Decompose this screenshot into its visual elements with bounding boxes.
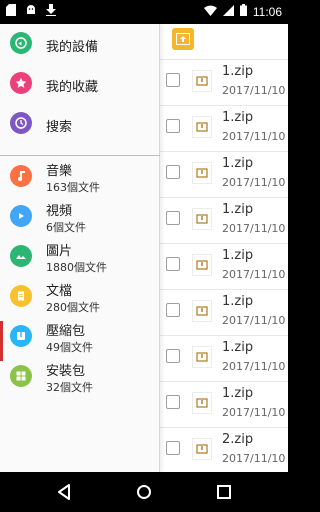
file-date: 2017/11/10 0 — [222, 84, 288, 97]
file-checkbox[interactable] — [166, 303, 180, 317]
category-count: 32個文件 — [46, 381, 93, 394]
category-apks[interactable]: 安裝包 32個文件 — [0, 358, 160, 404]
device-icon — [10, 32, 32, 54]
clock-icon — [10, 112, 32, 134]
zip-file-icon — [192, 208, 212, 230]
screen: 11:06 1.zip 2017/11/10 0 1.zip 2017/11/10 0… — [0, 0, 288, 512]
file-row[interactable]: 1.zip 2017/11/10 0 — [160, 336, 288, 382]
status-bar: 11:06 — [0, 0, 288, 24]
file-date: 2017/11/10 0 — [222, 268, 288, 281]
category-count: 6個文件 — [46, 221, 86, 234]
file-row[interactable]: 1.zip 2017/11/10 0 — [160, 198, 288, 244]
file-name: 2.zip — [222, 432, 254, 447]
nav-label: 我的收藏 — [46, 80, 99, 95]
document-icon — [10, 285, 32, 307]
file-name: 1.zip — [222, 248, 254, 263]
file-row[interactable]: 1.zip 2017/11/10 0 — [160, 290, 288, 336]
zip-file-icon — [192, 300, 212, 322]
file-date: 2017/11/10 0 — [222, 176, 288, 189]
zip-file-icon — [192, 70, 212, 92]
file-row[interactable]: 1.zip 2017/11/10 0 — [160, 244, 288, 290]
file-date: 2017/11/10 0 — [222, 130, 288, 143]
file-checkbox[interactable] — [166, 395, 180, 409]
download-icon — [46, 4, 56, 19]
category-count: 1880個文件 — [46, 261, 107, 274]
file-checkbox[interactable] — [166, 119, 180, 133]
file-date: 2017/11/10 0 — [222, 360, 288, 373]
file-date: 2017/11/10 0 — [222, 314, 288, 327]
file-row[interactable]: 1.zip 2017/11/10 0 — [160, 382, 288, 428]
file-name: 1.zip — [222, 340, 254, 355]
file-checkbox[interactable] — [166, 73, 180, 87]
navigation-drawer: 我的設備 我的收藏 搜索 音樂 163個文件 視頻 6個文件 圖片 1880個文… — [0, 24, 160, 472]
system-nav-bar — [0, 472, 288, 512]
category-name: 安裝包 — [46, 364, 86, 379]
category-count: 163個文件 — [46, 181, 100, 194]
zip-file-icon — [192, 346, 212, 368]
image-icon — [10, 245, 32, 267]
file-row[interactable]: 1.zip 2017/11/10 0 — [160, 60, 288, 106]
file-name: 1.zip — [222, 64, 254, 79]
file-list-pane: 1.zip 2017/11/10 0 1.zip 2017/11/10 0 1.zip 2… — [160, 24, 288, 474]
recents-icon[interactable] — [214, 482, 234, 502]
clock-time: 11:06 — [252, 4, 282, 19]
category-name: 壓縮包 — [46, 324, 86, 339]
music-icon — [10, 165, 32, 187]
file-checkbox[interactable] — [166, 349, 180, 363]
file-date: 2017/11/10 0 — [222, 452, 288, 465]
file-checkbox[interactable] — [166, 257, 180, 271]
file-date: 2017/11/10 0 — [222, 406, 288, 419]
nav-label: 搜索 — [46, 120, 73, 135]
folder-up-icon[interactable] — [172, 28, 194, 50]
file-checkbox[interactable] — [166, 211, 180, 225]
sd-card-icon — [6, 4, 16, 19]
file-checkbox[interactable] — [166, 441, 180, 455]
file-date: 2017/11/10 0 — [222, 222, 288, 235]
file-row[interactable]: 1.zip 2017/11/10 0 — [160, 152, 288, 198]
category-name: 圖片 — [46, 244, 73, 259]
star-icon — [10, 72, 32, 94]
zip-file-icon — [192, 162, 212, 184]
file-name: 1.zip — [222, 110, 254, 125]
category-count: 49個文件 — [46, 341, 93, 354]
zip-file-icon — [192, 438, 212, 460]
category-count: 280個文件 — [46, 301, 100, 314]
zip-file-icon — [192, 116, 212, 138]
video-icon — [10, 205, 32, 227]
nav-my-device[interactable]: 我的設備 — [0, 28, 160, 68]
file-name: 1.zip — [222, 202, 254, 217]
file-name: 1.zip — [222, 156, 254, 171]
archive-icon — [10, 325, 32, 347]
nav-search[interactable]: 搜索 — [0, 108, 160, 148]
android-debug-icon — [25, 4, 37, 19]
wifi-icon — [203, 5, 217, 19]
zip-file-icon — [192, 392, 212, 414]
back-icon[interactable] — [54, 482, 74, 502]
signal-icon — [222, 4, 234, 19]
file-row[interactable]: 1.zip 2017/11/10 0 — [160, 106, 288, 152]
zip-file-icon — [192, 254, 212, 276]
file-row[interactable]: 2.zip 2017/11/10 0 — [160, 428, 288, 474]
category-name: 音樂 — [46, 164, 73, 179]
app-bar — [160, 24, 288, 60]
category-name: 文檔 — [46, 284, 73, 299]
battery-icon — [239, 4, 247, 19]
category-name: 視頻 — [46, 204, 73, 219]
divider — [0, 155, 160, 156]
apk-icon — [10, 365, 32, 387]
home-icon[interactable] — [134, 482, 154, 502]
file-name: 1.zip — [222, 386, 254, 401]
file-name: 1.zip — [222, 294, 254, 309]
nav-label: 我的設備 — [46, 40, 99, 55]
file-checkbox[interactable] — [166, 165, 180, 179]
nav-favorites[interactable]: 我的收藏 — [0, 68, 160, 108]
